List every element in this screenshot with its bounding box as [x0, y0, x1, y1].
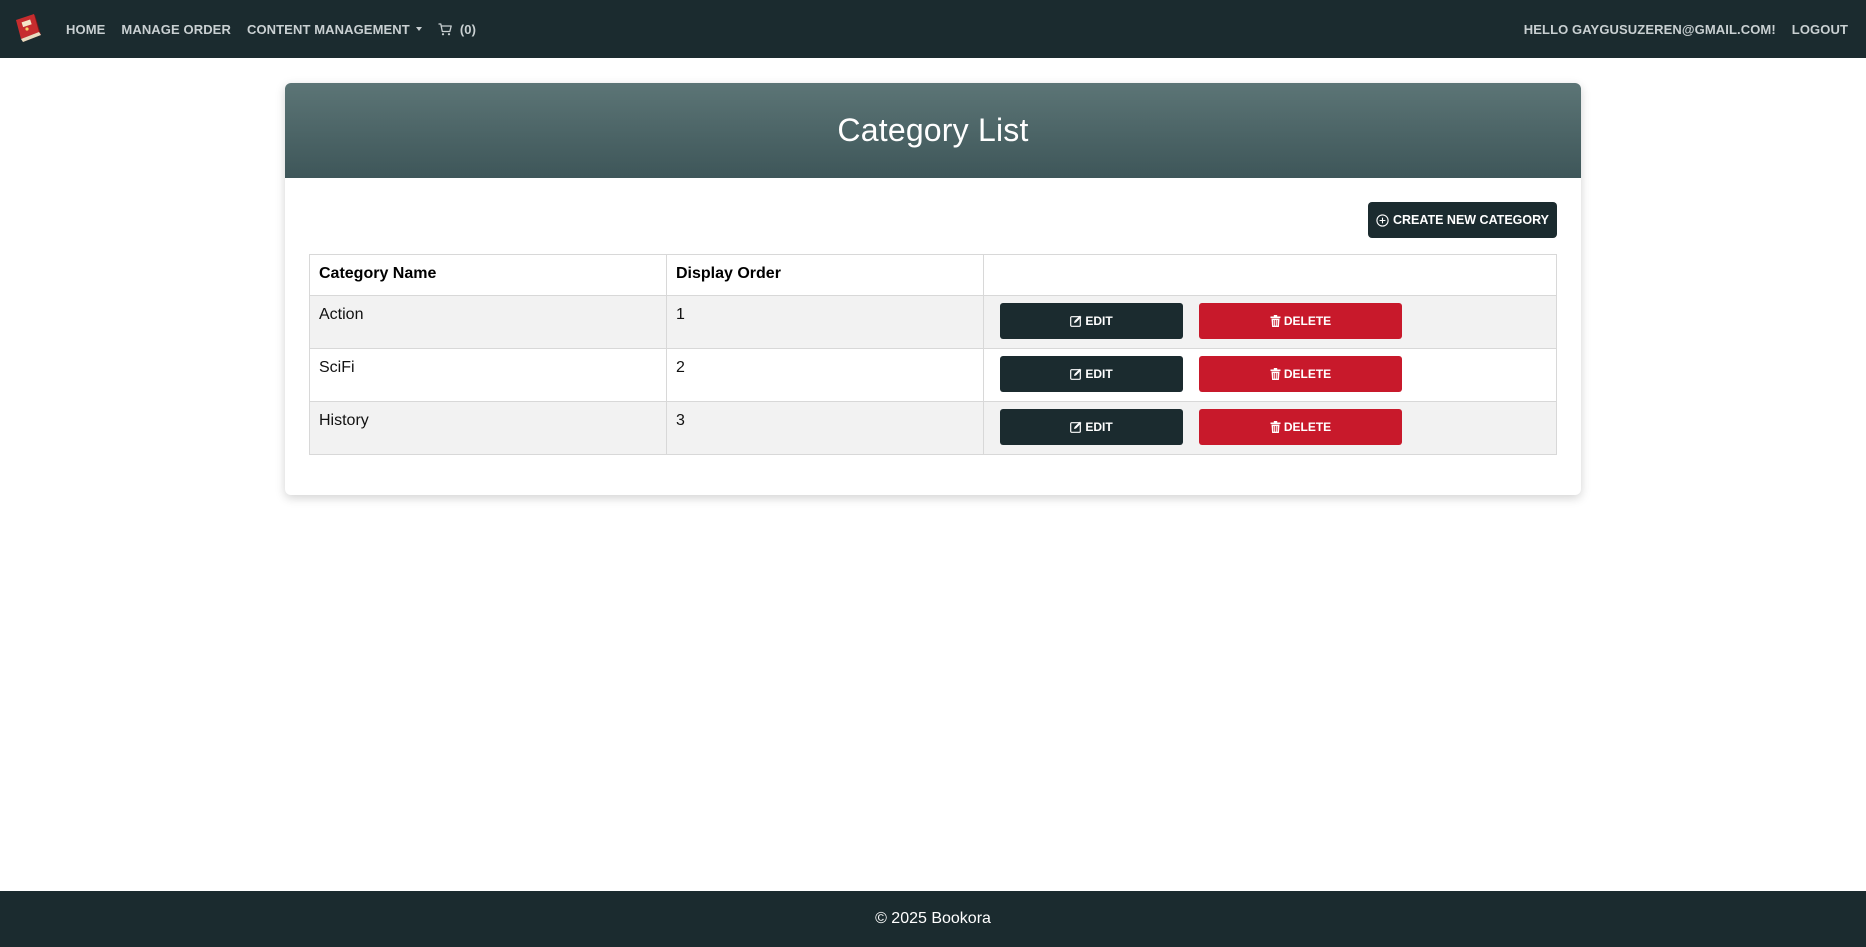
book-logo-icon[interactable] [13, 13, 43, 45]
edit-label: EDIT [1085, 314, 1113, 328]
chevron-down-icon [415, 27, 422, 31]
create-new-category-button[interactable]: CREATE NEW CATEGORY [1368, 202, 1557, 238]
card-header: Category List [285, 83, 1581, 178]
nav-home[interactable]: HOME [66, 22, 105, 37]
nav-logout[interactable]: LOGOUT [1792, 22, 1848, 37]
delete-label: DELETE [1283, 314, 1332, 328]
nav-manage-order[interactable]: MANAGE ORDER [121, 22, 231, 37]
footer: © 2025 Bookora [0, 891, 1866, 947]
edit-icon [1070, 421, 1082, 433]
table-row: SciFi 2 EDIT DELETE [309, 348, 1557, 402]
category-table: Category Name Display Order Action 1 EDI… [309, 254, 1557, 455]
edit-button[interactable]: EDIT [1000, 303, 1183, 339]
category-name-cell: History [309, 401, 667, 455]
create-new-category-label: CREATE NEW CATEGORY [1392, 213, 1550, 227]
delete-label: DELETE [1283, 367, 1332, 381]
page-title: Category List [837, 112, 1029, 148]
plus-circle-icon [1376, 213, 1389, 227]
delete-button[interactable]: DELETE [1199, 303, 1402, 339]
column-header-category-name: Category Name [309, 254, 667, 296]
footer-copyright: © 2025 Bookora [875, 910, 991, 927]
display-order-cell: 1 [666, 295, 984, 349]
table-row: Action 1 EDIT DELETE [309, 295, 1557, 349]
edit-label: EDIT [1085, 420, 1113, 434]
top-navbar: HOME MANAGE ORDER CONTENT MANAGEMENT (0)… [0, 0, 1866, 58]
edit-icon [1070, 315, 1082, 327]
cart-icon [438, 22, 452, 35]
nav-content-management-label: CONTENT MANAGEMENT [246, 21, 410, 37]
table-row: History 3 EDIT DELETE [309, 401, 1557, 455]
delete-button[interactable]: DELETE [1199, 409, 1402, 445]
nav-cart[interactable]: (0) [438, 22, 476, 37]
nav-content-management[interactable]: CONTENT MANAGEMENT [247, 22, 422, 37]
edit-button[interactable]: EDIT [1000, 356, 1183, 392]
trash-icon [1270, 368, 1281, 380]
display-order-cell: 3 [666, 401, 984, 455]
actions-cell: EDIT DELETE [983, 295, 1557, 349]
trash-icon [1270, 315, 1281, 327]
display-order-cell: 2 [666, 348, 984, 402]
column-header-display-order: Display Order [666, 254, 984, 296]
category-card: Category List CREATE NEW CATEGORY Catego… [285, 83, 1581, 495]
actions-cell: EDIT DELETE [983, 348, 1557, 402]
delete-label: DELETE [1283, 420, 1332, 434]
edit-label: EDIT [1085, 367, 1113, 381]
nav-user-greeting[interactable]: HELLO GAYGUSUZEREN@GMAIL.COM! [1524, 22, 1776, 37]
trash-icon [1270, 421, 1281, 433]
edit-button[interactable]: EDIT [1000, 409, 1183, 445]
cart-count: (0) [459, 21, 477, 37]
category-name-cell: SciFi [309, 348, 667, 402]
column-header-actions [983, 254, 1557, 296]
actions-cell: EDIT DELETE [983, 401, 1557, 455]
delete-button[interactable]: DELETE [1199, 356, 1402, 392]
table-header-row: Category Name Display Order [309, 254, 1557, 296]
category-name-cell: Action [309, 295, 667, 349]
edit-icon [1070, 368, 1082, 380]
